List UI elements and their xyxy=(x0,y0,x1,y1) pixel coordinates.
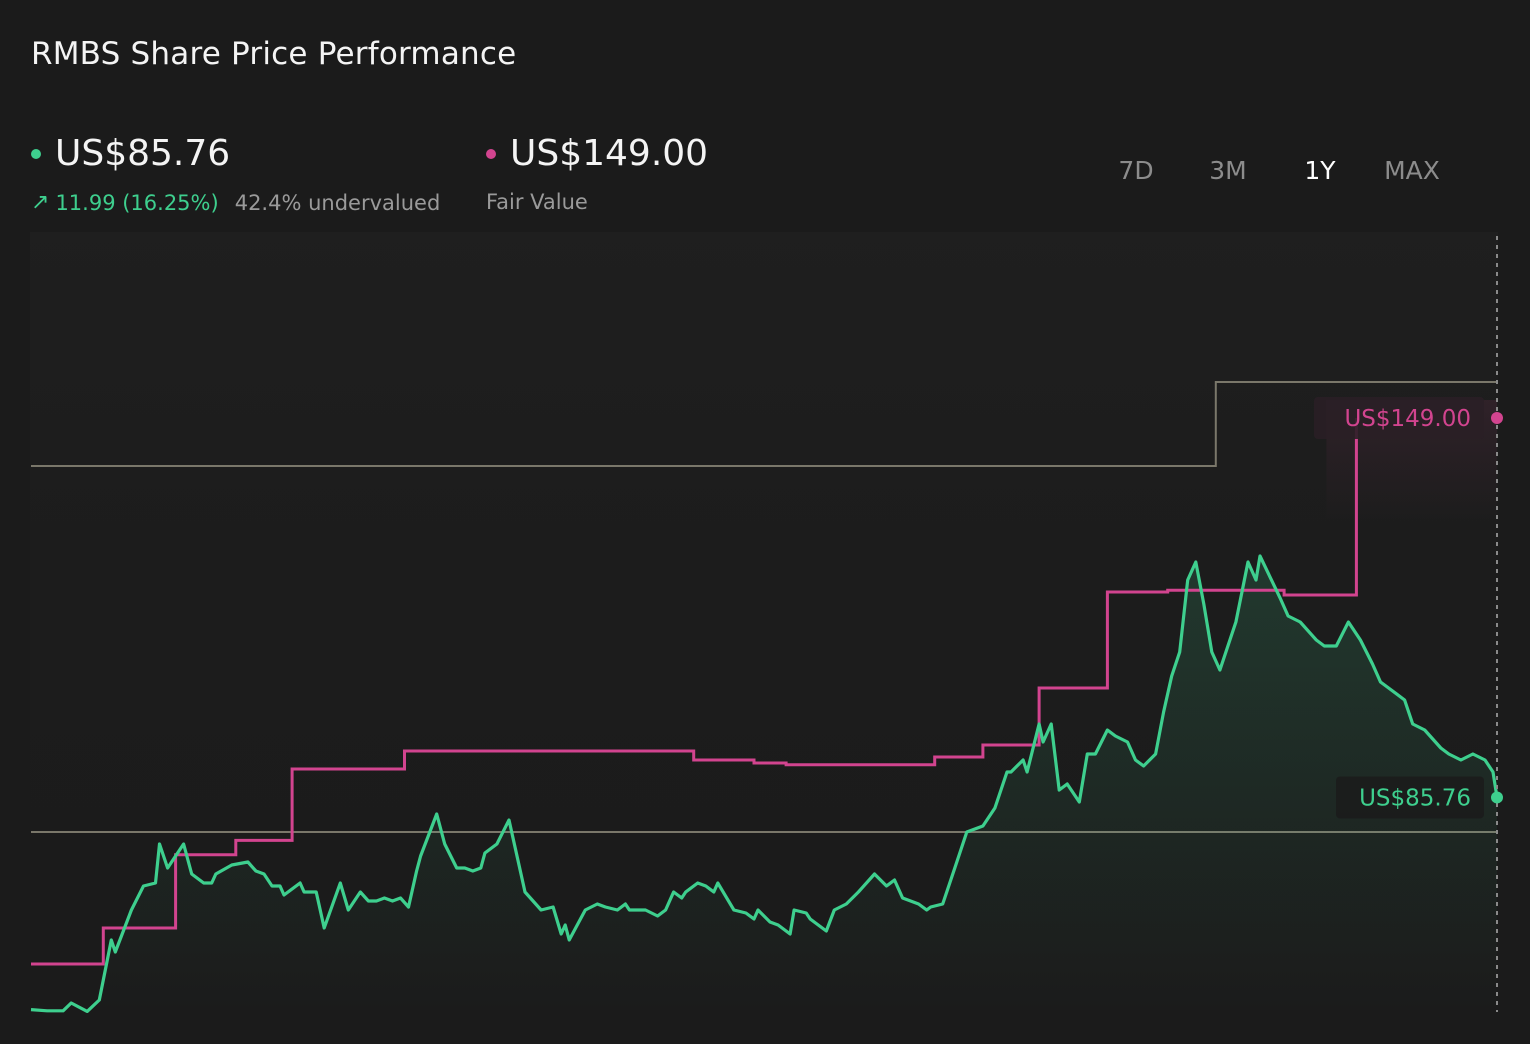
fair-value-end-marker xyxy=(1491,412,1503,424)
fair-value-end-label: US$149.00 xyxy=(1344,406,1471,432)
price-end-label: US$85.76 xyxy=(1359,785,1471,811)
price-end-marker xyxy=(1491,791,1503,804)
price-chart: US$149.00 US$85.76 xyxy=(30,232,1503,1013)
